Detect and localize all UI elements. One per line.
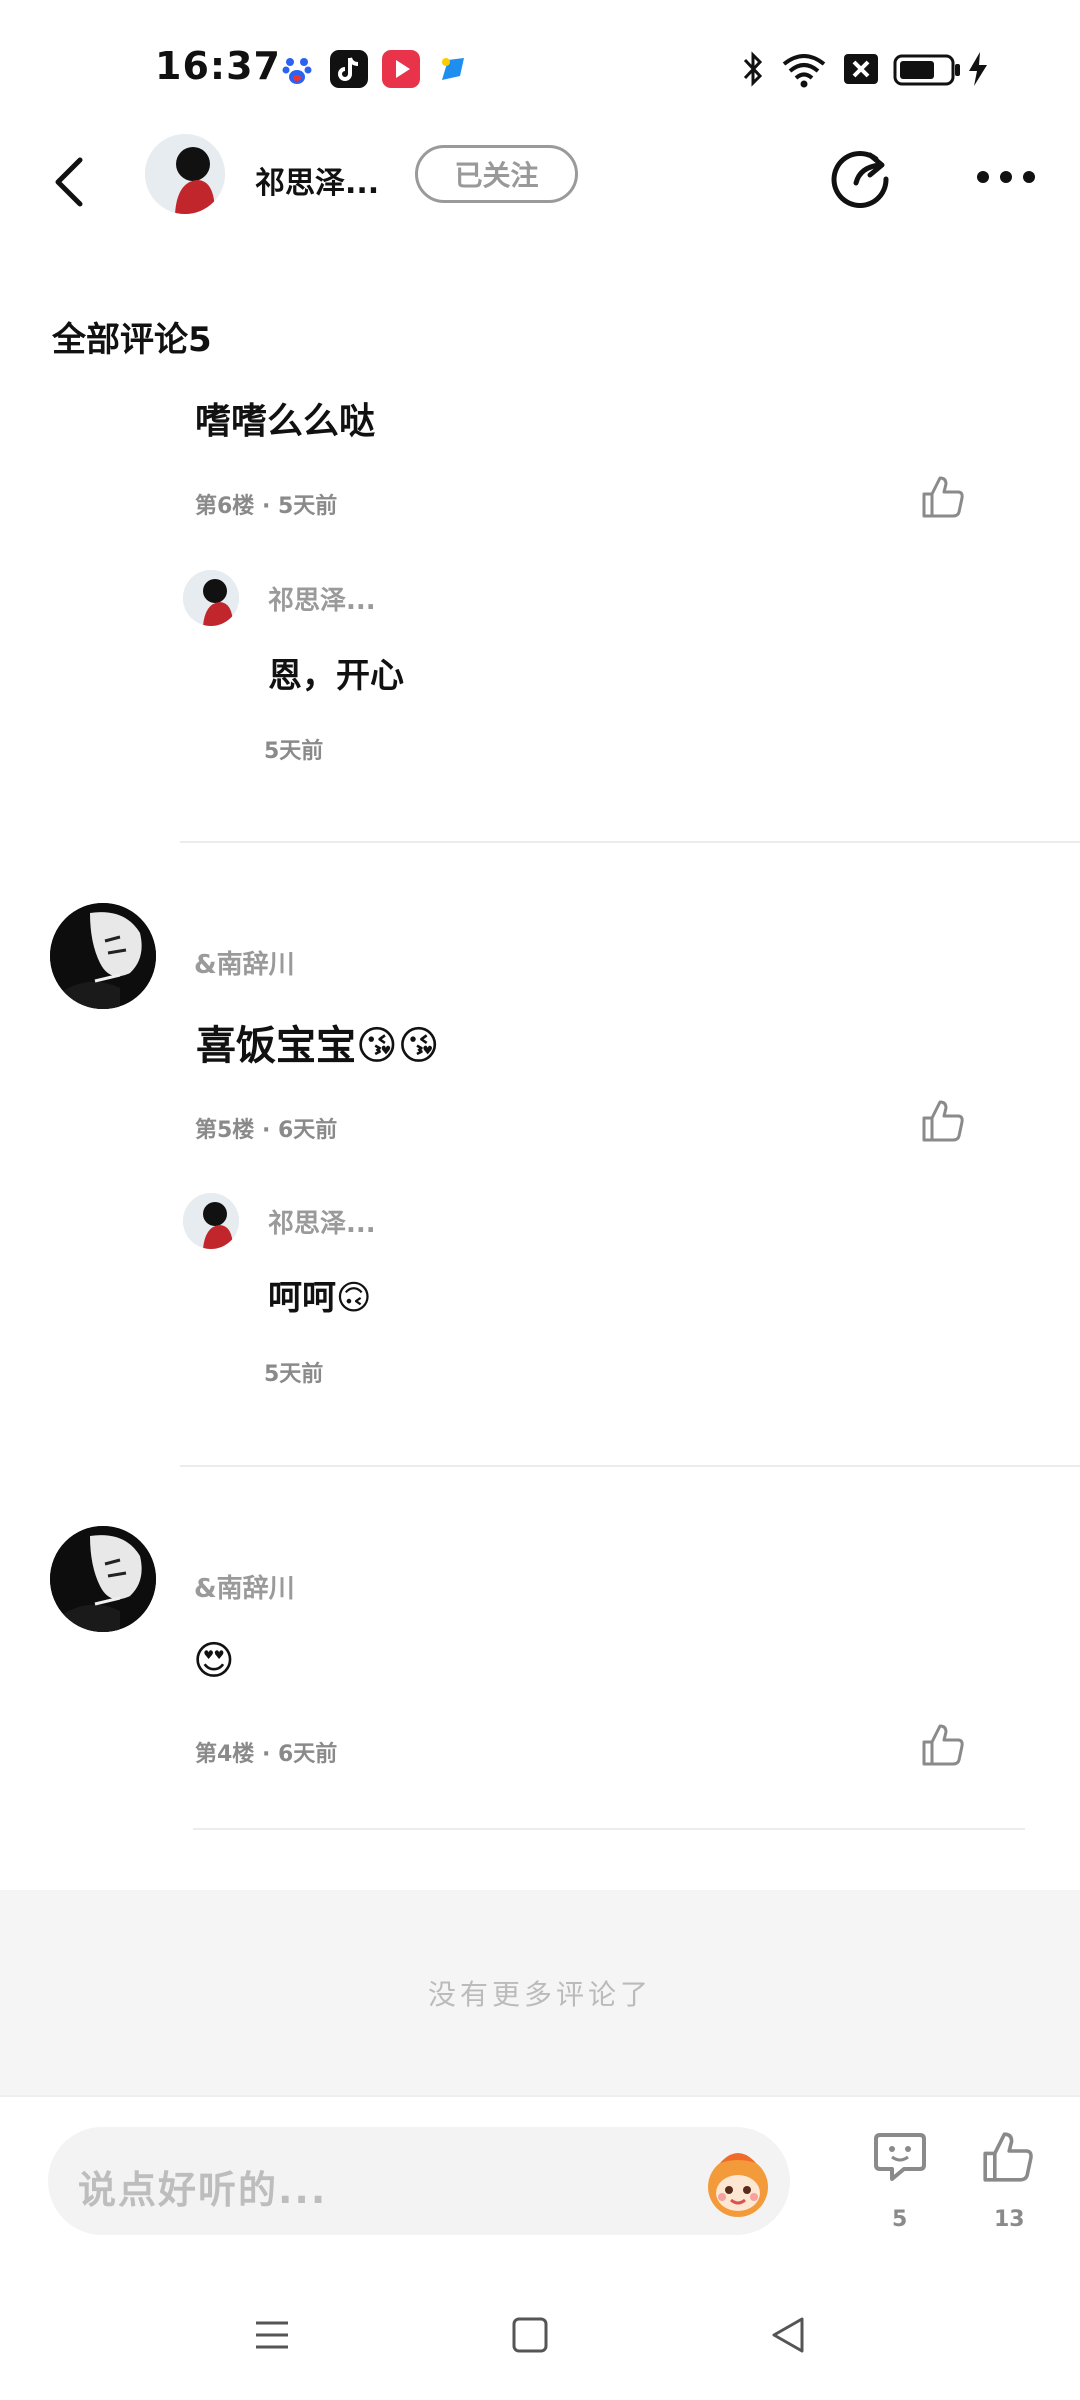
reply-text: 呵呵🙃 xyxy=(268,1278,372,1318)
divider xyxy=(193,1828,1025,1830)
comment-icon[interactable] xyxy=(870,2127,930,2187)
divider xyxy=(180,841,1080,843)
bluetooth-icon xyxy=(743,51,763,87)
wifi-icon xyxy=(782,54,826,88)
system-nav-bar xyxy=(0,2275,1080,2400)
comment-text: 喜饭宝宝😘😘 xyxy=(196,1023,440,1069)
comment-text: 😍 xyxy=(193,1638,235,1684)
like-icon[interactable] xyxy=(918,1720,968,1770)
no-more-comments: 没有更多评论了 xyxy=(0,1890,1080,2095)
divider xyxy=(180,1465,1080,1467)
menu-nav-icon[interactable] xyxy=(252,2315,292,2355)
bottom-bar: 说点好听的... 5 13 xyxy=(0,2095,1080,2277)
charging-icon xyxy=(969,52,987,86)
battery-icon xyxy=(893,54,960,86)
author-avatar[interactable] xyxy=(145,134,225,214)
comment-meta: 第5楼 · 6天前 xyxy=(195,1118,338,1143)
reply-avatar[interactable] xyxy=(183,570,239,626)
like-icon[interactable] xyxy=(918,472,968,522)
home-nav-icon[interactable] xyxy=(510,2315,550,2355)
commenter-name[interactable]: &南辞川 xyxy=(194,944,295,981)
reply-avatar[interactable] xyxy=(183,1193,239,1249)
comment-list[interactable]: 嗜嗜么么哒 第6楼 · 5天前 祁思泽... 恩，开心 5天前 &南辞川 喜饭宝… xyxy=(0,400,1080,1890)
status-time: 16:37 xyxy=(155,44,281,88)
section-title: 全部评论5 xyxy=(52,320,212,360)
reply-text: 恩，开心 xyxy=(268,656,404,696)
like-icon[interactable] xyxy=(978,2127,1038,2187)
commenter-avatar[interactable] xyxy=(50,903,156,1009)
video-app-icon xyxy=(382,50,420,88)
reply-time: 5天前 xyxy=(264,739,324,764)
blue-app-icon xyxy=(434,50,472,88)
comment-input-placeholder: 说点好听的... xyxy=(78,2168,328,2212)
comment-meta: 第6楼 · 5天前 xyxy=(195,494,338,519)
follow-button[interactable]: 已关注 xyxy=(415,145,578,203)
tiktok-app-icon xyxy=(330,50,368,88)
mascot-emoji-icon[interactable] xyxy=(698,2143,778,2223)
reply-author-name[interactable]: 祁思泽... xyxy=(268,580,376,617)
sim-off-icon xyxy=(844,54,878,84)
share-icon[interactable] xyxy=(830,145,894,209)
baidu-app-icon xyxy=(278,50,316,88)
commenter-name[interactable]: &南辞川 xyxy=(194,1568,295,1605)
author-name[interactable]: 祁思泽... xyxy=(255,158,379,202)
like-count: 13 xyxy=(994,2207,1025,2232)
back-nav-icon[interactable] xyxy=(768,2315,808,2355)
back-icon[interactable] xyxy=(42,152,102,212)
status-bar: 16:37 xyxy=(0,0,1080,140)
comment-count: 5 xyxy=(892,2207,908,2232)
comment-text: 嗜嗜么么哒 xyxy=(195,401,376,442)
comment-meta: 第4楼 · 6天前 xyxy=(195,1742,338,1767)
like-icon[interactable] xyxy=(918,1096,968,1146)
more-icon[interactable] xyxy=(975,167,1037,187)
commenter-avatar[interactable] xyxy=(50,1526,156,1632)
comment-input[interactable]: 说点好听的... xyxy=(48,2127,790,2235)
reply-time: 5天前 xyxy=(264,1362,324,1387)
reply-author-name[interactable]: 祁思泽... xyxy=(268,1203,376,1240)
